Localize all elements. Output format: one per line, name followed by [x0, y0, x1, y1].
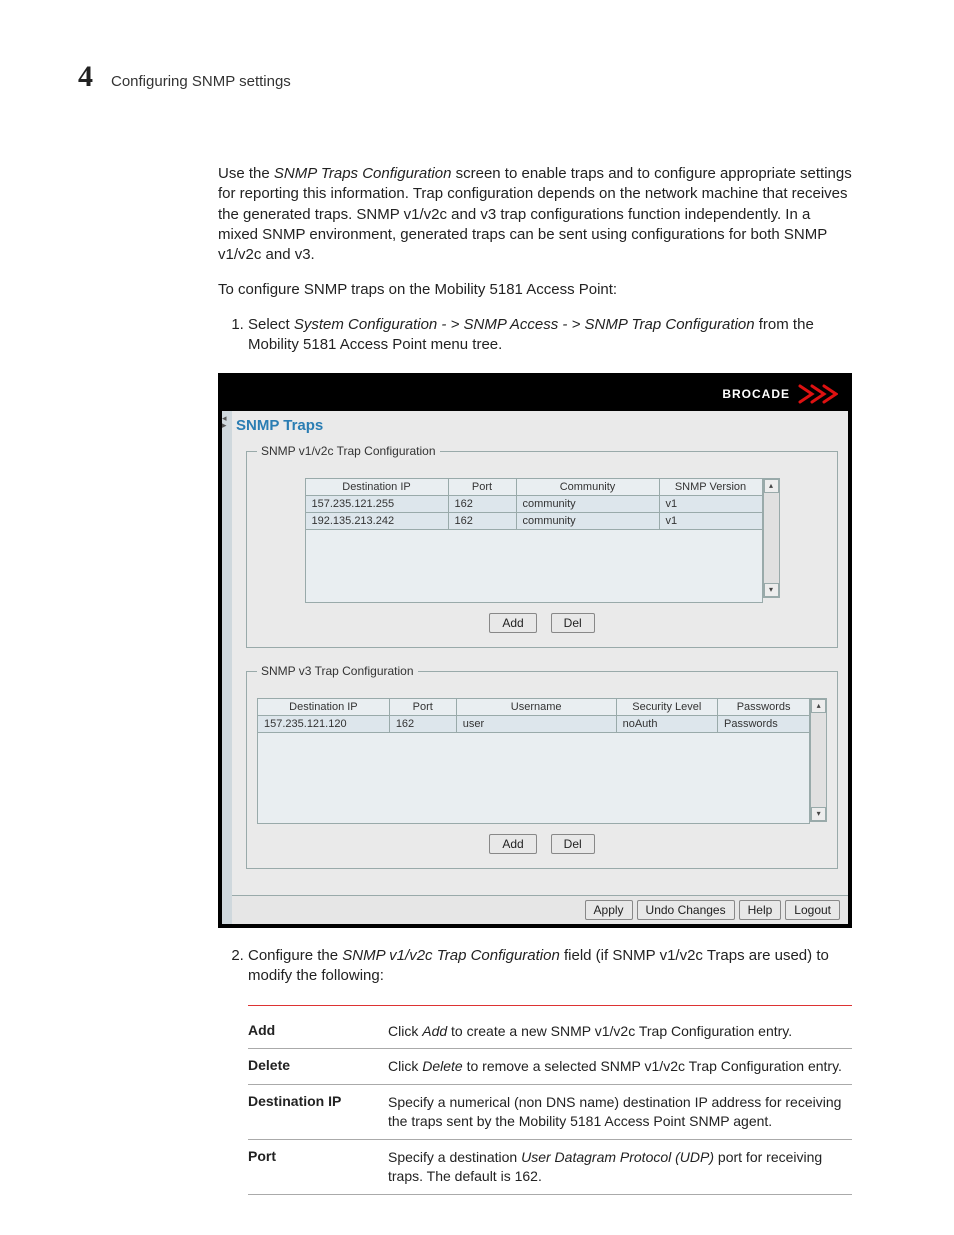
scroll-up-icon[interactable]: ▴ — [811, 699, 826, 713]
definition-term: Destination IP — [248, 1093, 388, 1131]
definition-desc: Click Add to create a new SNMP v1/v2c Tr… — [388, 1022, 792, 1041]
col-passwords: Passwords — [717, 699, 809, 716]
definition-row: Port Specify a destination User Datagram… — [248, 1140, 852, 1195]
col-username: Username — [456, 699, 616, 716]
undo-changes-button[interactable]: Undo Changes — [637, 900, 735, 920]
fieldset-v1v2c-legend: SNMP v1/v2c Trap Configuration — [257, 444, 440, 458]
v3-add-button[interactable]: Add — [489, 834, 536, 854]
screenshot-footer-bar: Apply Undo Changes Help Logout — [232, 895, 848, 924]
help-button[interactable]: Help — [739, 900, 782, 920]
panel-title: SNMP Traps — [232, 411, 848, 438]
intro-paragraph: Use the SNMP Traps Configuration screen … — [218, 164, 852, 265]
col-port: Port — [448, 479, 516, 496]
col-version: SNMP Version — [659, 479, 762, 496]
definition-top-rule — [248, 1005, 852, 1006]
definition-term: Delete — [248, 1057, 388, 1076]
v1v2c-add-button[interactable]: Add — [489, 613, 536, 633]
lead-line: To configure SNMP traps on the Mobility … — [218, 280, 852, 300]
definition-desc: Specify a destination User Datagram Prot… — [388, 1148, 852, 1186]
logout-button[interactable]: Logout — [785, 900, 840, 920]
table-header-row: Destination IP Port Community SNMP Versi… — [305, 479, 762, 496]
col-port: Port — [389, 699, 456, 716]
table-header-row: Destination IP Port Username Security Le… — [258, 699, 810, 716]
embedded-screenshot: BROCADE ◂▸ SNMP Traps SNMP v1/v2c Trap C… — [218, 373, 852, 928]
definition-row: Destination IP Specify a numerical (non … — [248, 1085, 852, 1140]
brand-logo-icon — [798, 384, 838, 404]
col-community: Community — [516, 479, 659, 496]
definition-desc: Specify a numerical (non DNS name) desti… — [388, 1093, 852, 1131]
steps-list-cont: Configure the SNMP v1/v2c Trap Configura… — [218, 946, 852, 987]
section-title: Configuring SNMP settings — [111, 73, 291, 90]
apply-button[interactable]: Apply — [585, 900, 633, 920]
table-row[interactable]: 157.235.121.120 162 user noAuth Password… — [258, 716, 810, 733]
definition-term: Add — [248, 1022, 388, 1041]
v1v2c-del-button[interactable]: Del — [551, 613, 595, 633]
definition-term: Port — [248, 1148, 388, 1186]
scroll-down-icon[interactable]: ▾ — [811, 807, 826, 821]
brand-text: BROCADE — [722, 387, 790, 401]
sidebar-toggle-icon[interactable]: ◂▸ — [222, 415, 227, 429]
page-header: 4 Configuring SNMP settings — [78, 60, 862, 94]
scroll-down-icon[interactable]: ▾ — [764, 583, 779, 597]
fieldset-v3: SNMP v3 Trap Configuration Destination I… — [246, 664, 838, 869]
v3-scrollbar[interactable]: ▴ ▾ — [810, 698, 827, 822]
col-dest-ip: Destination IP — [305, 479, 448, 496]
step-2: Configure the SNMP v1/v2c Trap Configura… — [248, 946, 852, 987]
scroll-up-icon[interactable]: ▴ — [764, 479, 779, 493]
v3-del-button[interactable]: Del — [551, 834, 595, 854]
col-dest-ip: Destination IP — [258, 699, 390, 716]
table-empty-area — [258, 733, 810, 824]
definition-row: Add Click Add to create a new SNMP v1/v2… — [248, 1014, 852, 1050]
chapter-number: 4 — [78, 60, 93, 94]
screenshot-topbar: BROCADE — [222, 377, 848, 411]
definition-table: Add Click Add to create a new SNMP v1/v2… — [248, 1005, 852, 1195]
fieldset-v1v2c: SNMP v1/v2c Trap Configuration Destinati… — [246, 444, 838, 648]
table-empty-area — [305, 530, 762, 603]
v1v2c-scrollbar[interactable]: ▴ ▾ — [763, 478, 780, 598]
v1v2c-table[interactable]: Destination IP Port Community SNMP Versi… — [305, 478, 763, 603]
table-row[interactable]: 157.235.121.255 162 community v1 — [305, 496, 762, 513]
table-row[interactable]: 192.135.213.242 162 community v1 — [305, 513, 762, 530]
fieldset-v3-legend: SNMP v3 Trap Configuration — [257, 664, 418, 678]
col-security: Security Level — [616, 699, 717, 716]
step-1: Select System Configuration - > SNMP Acc… — [248, 315, 852, 356]
steps-list: Select System Configuration - > SNMP Acc… — [218, 315, 852, 356]
definition-row: Delete Click Delete to remove a selected… — [248, 1049, 852, 1085]
definition-desc: Click Delete to remove a selected SNMP v… — [388, 1057, 842, 1076]
v3-table[interactable]: Destination IP Port Username Security Le… — [257, 698, 810, 824]
